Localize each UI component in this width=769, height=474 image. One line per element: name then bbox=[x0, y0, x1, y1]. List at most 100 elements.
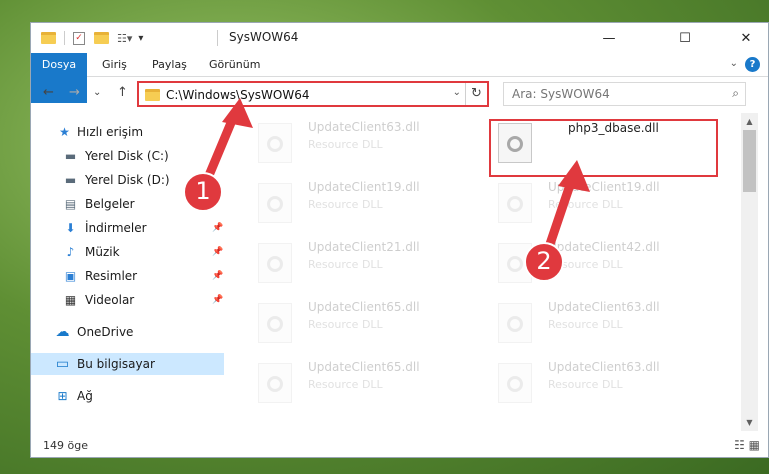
customize-toolbar-icon[interactable]: ☷▾ bbox=[117, 32, 132, 45]
file-type: Resource DLL bbox=[308, 138, 383, 151]
pin-icon[interactable]: 📌 bbox=[212, 223, 223, 233]
search-input[interactable] bbox=[512, 84, 712, 104]
sidebar-item-label: Ağ bbox=[77, 389, 93, 403]
address-path[interactable]: C:\Windows\SysWOW64 bbox=[166, 88, 310, 102]
up-button[interactable]: ↑ bbox=[117, 85, 128, 100]
pin-icon[interactable]: 📌 bbox=[212, 271, 223, 281]
folder-icon[interactable] bbox=[41, 32, 56, 44]
documents-icon: ▤ bbox=[64, 197, 77, 211]
toolbar-dropdown-icon[interactable]: ▾ bbox=[138, 33, 143, 44]
pictures-icon: ▣ bbox=[64, 269, 77, 283]
file-name: UpdateClient19.dll bbox=[308, 180, 420, 194]
gear-icon bbox=[507, 256, 523, 272]
maximize-button[interactable]: ☐ bbox=[662, 23, 708, 53]
dll-file-icon bbox=[258, 303, 292, 343]
title-bar: ✓ ☷▾ ▾ SysWOW64 — ☐ ✕ bbox=[31, 23, 768, 53]
list-item[interactable]: UpdateClient63.dll Resource DLL bbox=[244, 117, 474, 167]
file-type: Resource DLL bbox=[308, 198, 383, 211]
dll-file-icon bbox=[498, 183, 532, 223]
scroll-thumb[interactable] bbox=[743, 130, 756, 192]
navigation-pane: ★ Hızlı erişim ▬ Yerel Disk (C:) 📌 ▬ Yer… bbox=[31, 113, 224, 431]
dll-file-icon bbox=[258, 183, 292, 223]
scroll-down-icon[interactable]: ▼ bbox=[741, 414, 758, 431]
sidebar-item-label: Videolar bbox=[85, 293, 135, 307]
list-item[interactable]: UpdateClient21.dll Resource DLL bbox=[244, 237, 474, 287]
sidebar-item-label: Yerel Disk (C:) bbox=[85, 149, 169, 163]
file-type: Resource DLL bbox=[308, 258, 383, 271]
list-item[interactable]: UpdateClient65.dll Resource DLL bbox=[244, 297, 474, 347]
help-icon[interactable]: ? bbox=[745, 57, 760, 72]
refresh-button[interactable]: ↻ bbox=[465, 83, 487, 105]
file-list: UpdateClient63.dll Resource DLL UpdateCl… bbox=[234, 113, 744, 431]
minimize-button[interactable]: — bbox=[586, 23, 632, 53]
sidebar-item-network[interactable]: ⊞ Ağ bbox=[31, 385, 224, 407]
file-type: Resource DLL bbox=[548, 378, 623, 391]
item-count: 149 öge bbox=[43, 439, 88, 452]
search-box[interactable]: ⌕ bbox=[503, 82, 746, 106]
recent-locations-button[interactable]: ⌄ bbox=[93, 87, 101, 98]
address-bar[interactable]: C:\Windows\SysWOW64 ⌄ ↻ bbox=[137, 81, 489, 107]
list-item[interactable]: UpdateClient42.dll Resource DLL bbox=[484, 237, 714, 287]
scroll-up-icon[interactable]: ▲ bbox=[741, 113, 758, 130]
vertical-scrollbar[interactable]: ▲ ▼ bbox=[741, 113, 758, 431]
list-item[interactable]: UpdateClient63.dll Resource DLL bbox=[484, 357, 714, 407]
forward-button[interactable]: → bbox=[69, 85, 80, 100]
pin-icon[interactable]: 📌 bbox=[212, 151, 223, 161]
pin-icon[interactable]: 📌 bbox=[212, 295, 223, 305]
properties-icon[interactable]: ✓ bbox=[73, 31, 85, 45]
step-1-badge: 1 bbox=[183, 172, 223, 212]
list-item[interactable]: UpdateClient65.dll Resource DLL bbox=[244, 357, 474, 407]
new-folder-icon[interactable] bbox=[94, 32, 109, 44]
pin-icon[interactable]: 📌 bbox=[212, 247, 223, 257]
sidebar-item-label: Müzik bbox=[85, 245, 120, 259]
sidebar-item-quick-access[interactable]: ★ Hızlı erişim bbox=[31, 121, 224, 143]
list-item[interactable]: UpdateClient63.dll Resource DLL bbox=[484, 297, 714, 347]
tab-view[interactable]: Görünüm bbox=[209, 53, 260, 77]
cloud-icon: ☁ bbox=[55, 324, 70, 340]
sidebar-item-label: Hızlı erişim bbox=[77, 125, 144, 139]
sidebar-item-videos[interactable]: ▦ Videolar 📌 bbox=[31, 289, 224, 311]
gear-icon bbox=[267, 316, 283, 332]
list-item[interactable]: UpdateClient19.dll Resource DLL bbox=[484, 177, 714, 227]
gear-icon bbox=[507, 196, 523, 212]
file-name: UpdateClient19.dll bbox=[548, 180, 660, 194]
view-toggle-icon[interactable]: ☷ ▦ bbox=[734, 438, 760, 452]
file-name: UpdateClient63.dll bbox=[548, 360, 660, 374]
tab-home[interactable]: Giriş bbox=[102, 53, 127, 77]
file-type: Resource DLL bbox=[548, 198, 623, 211]
highlight-box bbox=[489, 119, 718, 177]
search-icon[interactable]: ⌕ bbox=[732, 86, 739, 101]
address-row: ← → ⌄ ↑ C:\Windows\SysWOW64 ⌄ ↻ ⌕ bbox=[31, 79, 768, 109]
sidebar-item-pictures[interactable]: ▣ Resimler 📌 bbox=[31, 265, 224, 287]
sidebar-item-music[interactable]: ♪ Müzik 📌 bbox=[31, 241, 224, 263]
dll-file-icon bbox=[258, 363, 292, 403]
video-icon: ▦ bbox=[64, 293, 77, 307]
address-dropdown-icon[interactable]: ⌄ bbox=[453, 87, 461, 98]
file-name: UpdateClient63.dll bbox=[308, 120, 420, 134]
list-item[interactable]: UpdateClient19.dll Resource DLL bbox=[244, 177, 474, 227]
dll-file-icon bbox=[258, 123, 292, 163]
sidebar-item-this-pc[interactable]: ▭ Bu bilgisayar bbox=[31, 353, 224, 375]
back-button[interactable]: ← bbox=[43, 85, 54, 100]
file-name: UpdateClient65.dll bbox=[308, 300, 420, 314]
tab-share[interactable]: Paylaş bbox=[152, 53, 187, 77]
sidebar-item-label: Yerel Disk (D:) bbox=[85, 173, 170, 187]
sidebar-item-downloads[interactable]: ⬇ İndirmeler 📌 bbox=[31, 217, 224, 239]
drive-icon: ▬ bbox=[64, 173, 77, 187]
sidebar-item-label: Resimler bbox=[85, 269, 138, 283]
ribbon: Dosya Giriş Paylaş Görünüm ⌄ ? bbox=[31, 53, 768, 103]
folder-icon bbox=[145, 89, 160, 101]
expand-ribbon-icon[interactable]: ⌄ bbox=[730, 58, 738, 69]
close-button[interactable]: ✕ bbox=[723, 23, 769, 53]
network-icon: ⊞ bbox=[57, 389, 68, 403]
file-name: UpdateClient42.dll bbox=[548, 240, 660, 254]
gear-icon bbox=[267, 136, 283, 152]
sidebar-item-local-disk-c[interactable]: ▬ Yerel Disk (C:) 📌 bbox=[31, 145, 224, 167]
file-type: Resource DLL bbox=[308, 378, 383, 391]
file-name: UpdateClient21.dll bbox=[308, 240, 420, 254]
sidebar-item-onedrive[interactable]: ☁ OneDrive bbox=[31, 321, 224, 343]
dll-file-icon bbox=[498, 363, 532, 403]
music-icon: ♪ bbox=[66, 245, 75, 259]
explorer-window: ✓ ☷▾ ▾ SysWOW64 — ☐ ✕ Dosya Giriş Paylaş… bbox=[30, 22, 769, 458]
status-bar: 149 öge ☷ ▦ bbox=[31, 431, 768, 459]
